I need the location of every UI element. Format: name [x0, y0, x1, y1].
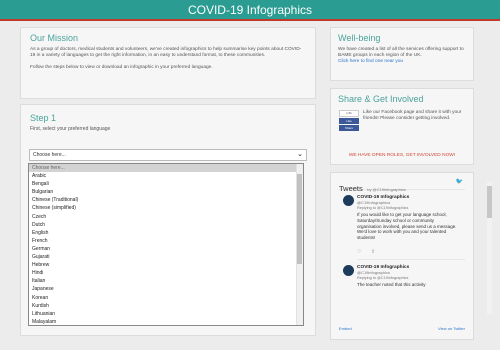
- facebook-share-button[interactable]: Share: [339, 125, 359, 131]
- tweet-text: If you would like to get your language s…: [357, 212, 457, 241]
- dropdown-scrollbar[interactable]: [296, 164, 303, 325]
- chevron-down-icon: ⌄: [297, 151, 303, 158]
- language-option[interactable]: Lithuanian: [29, 310, 303, 318]
- open-roles-link[interactable]: WE HAVE OPEN ROLES, GET INVOLVED NOW!: [331, 153, 473, 158]
- language-select[interactable]: Choose here... ⌄: [29, 149, 307, 161]
- tweet-handle[interactable]: @C19infographics: [357, 270, 465, 275]
- step1-title: Step 1: [30, 113, 57, 123]
- language-dropdown-list[interactable]: Choose here... Arabic Bengali Bulgarian …: [28, 163, 304, 326]
- tweet-text: The teacher noted that this activity: [357, 281, 426, 287]
- language-option[interactable]: English: [29, 229, 303, 237]
- heart-icon[interactable]: ♡: [357, 249, 361, 255]
- language-option[interactable]: German: [29, 245, 303, 253]
- language-option[interactable]: Italian: [29, 277, 303, 285]
- tweets-footer: Embed View on Twitter: [339, 326, 465, 331]
- view-on-twitter-link[interactable]: View on Twitter: [438, 326, 465, 331]
- language-option[interactable]: Chinese (simplified): [29, 204, 303, 212]
- language-option[interactable]: Hindi: [29, 269, 303, 277]
- language-select-value: Choose here...: [33, 152, 66, 158]
- mission-body: As a group of doctors, medical students …: [30, 47, 302, 59]
- language-option[interactable]: Hebrew: [29, 261, 303, 269]
- site-title: COVID-19 Infographics: [187, 3, 313, 17]
- tweet: COVID-19 Infographics @C19infographics R…: [339, 264, 465, 288]
- tweet: COVID-19 Infographics @C19Infographics R…: [339, 195, 465, 260]
- facebook-like-count: 1.5k: [339, 110, 359, 117]
- twitter-widget: Tweets by @C19Infographics 🐦 COVID-19 In…: [330, 172, 474, 340]
- tweet-reply-to: Replying to @C19infographics: [357, 275, 409, 280]
- share-title: Share & Get Involved: [338, 94, 424, 104]
- language-option[interactable]: French: [29, 237, 303, 245]
- facebook-like-button[interactable]: Like: [339, 118, 359, 124]
- mission-title: Our Mission: [30, 33, 79, 43]
- language-option[interactable]: Arabic: [29, 172, 303, 180]
- dropdown-scrollbar-thumb[interactable]: [297, 174, 302, 264]
- language-option[interactable]: Czech: [29, 213, 303, 221]
- tweet-handle[interactable]: @C19Infographics: [357, 200, 465, 205]
- wellbeing-card: Well-being We have created a list of all…: [330, 27, 474, 81]
- language-option[interactable]: Bengali: [29, 180, 303, 188]
- language-option[interactable]: Dutch: [29, 221, 303, 229]
- facebook-widget: 1.5k Like Share: [339, 110, 359, 132]
- language-option[interactable]: Choose here...: [29, 164, 303, 173]
- language-option[interactable]: Chinese (Traditional): [29, 196, 303, 204]
- language-option[interactable]: Bulgarian: [29, 188, 303, 196]
- avatar[interactable]: [343, 264, 354, 276]
- tweets-scrollbar-thumb[interactable]: [487, 186, 492, 218]
- language-option[interactable]: Korean: [29, 294, 303, 302]
- share-card: Share & Get Involved 1.5k Like Share Lik…: [330, 88, 474, 165]
- avatar[interactable]: [343, 195, 354, 206]
- mission-card: Our Mission As a group of doctors, medic…: [20, 27, 316, 99]
- tweet-reply-to: Replying to @C19infographics: [357, 206, 409, 210]
- tweets-title: Tweets: [339, 184, 363, 193]
- share-icon[interactable]: ⇪: [371, 249, 375, 255]
- site-header: COVID-19 Infographics: [0, 0, 500, 21]
- embed-link[interactable]: Embed: [339, 326, 352, 331]
- share-body: Like our Facebook page and share it with…: [363, 110, 462, 122]
- mission-follow-text: Follow the steps below to view or downlo…: [30, 65, 213, 71]
- tweets-by[interactable]: by @C19Infographics: [367, 187, 406, 192]
- tweets-scrollbar[interactable]: [487, 182, 492, 314]
- tweets-header: Tweets by @C19Infographics 🐦: [339, 178, 465, 193]
- wellbeing-body: We have created a list of all the servic…: [338, 47, 464, 59]
- language-option[interactable]: Gujarati: [29, 253, 303, 261]
- wellbeing-link[interactable]: Click here to find one near you: [338, 59, 403, 64]
- language-option[interactable]: Malayalam: [29, 318, 303, 325]
- wellbeing-title: Well-being: [338, 33, 381, 43]
- twitter-bird-icon: 🐦: [455, 179, 463, 185]
- divider: [357, 258, 465, 260]
- tweet-actions: ♡ ⇪: [357, 249, 465, 255]
- language-option[interactable]: Japanese: [29, 285, 303, 293]
- step1-subtitle: First, select your preferred language: [30, 126, 111, 132]
- language-option[interactable]: Kurdish: [29, 302, 303, 310]
